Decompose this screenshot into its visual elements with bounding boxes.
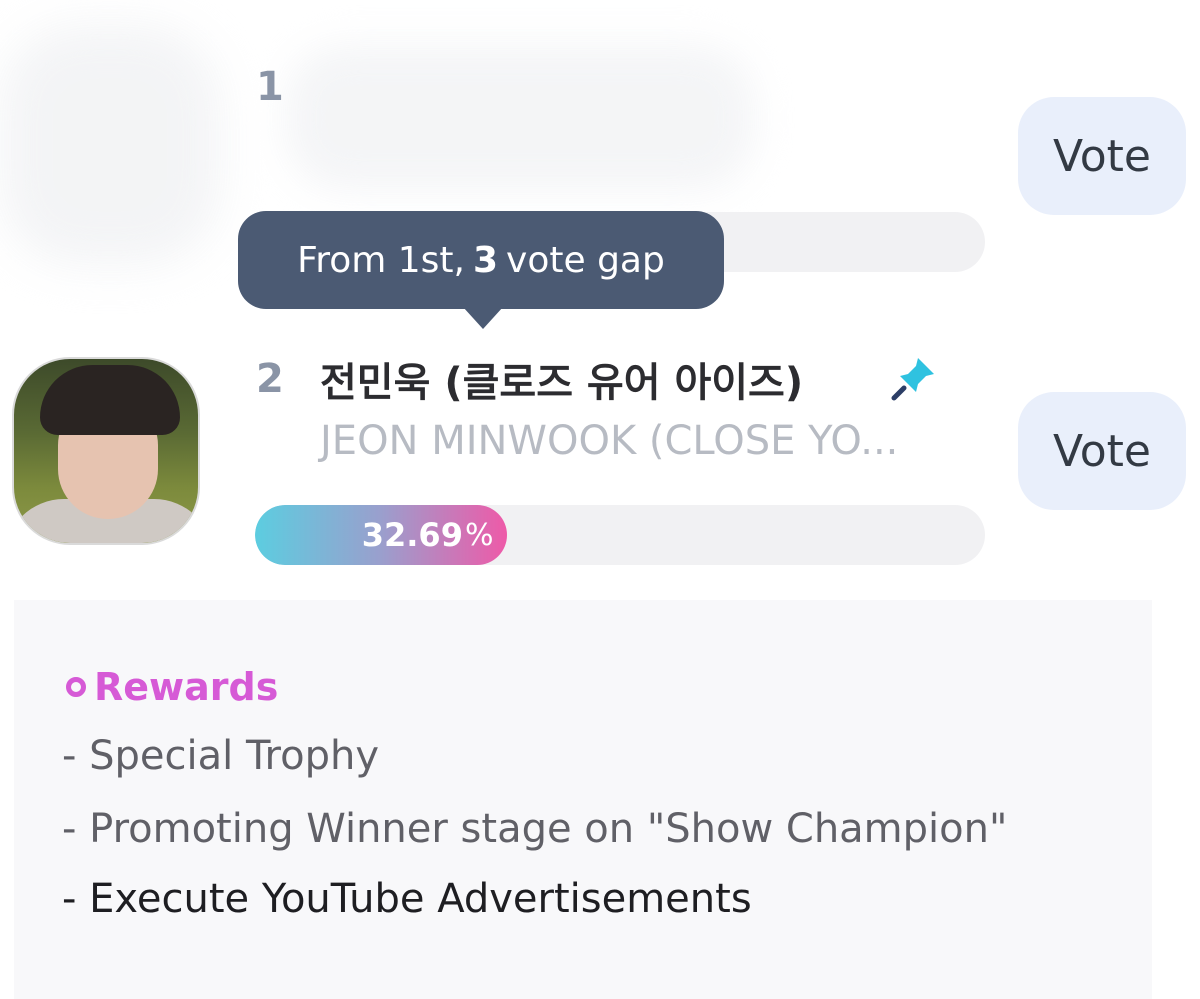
tooltip-prefix: From 1st, — [297, 239, 465, 281]
reward-item: - Special Trophy — [62, 733, 379, 779]
rewards-panel — [14, 600, 1152, 999]
vote-gap-tooltip: From 1st, 3 vote gap — [238, 211, 724, 309]
tooltip-suffix: vote gap — [506, 239, 665, 281]
blurred-avatar — [0, 25, 220, 265]
rank-1: 1 — [256, 64, 284, 110]
candidate-name-english: JEON MINWOOK (CLOSE YO... — [320, 418, 899, 464]
percent-value: 32.69 — [361, 516, 463, 554]
vote-button-1[interactable]: Vote — [1018, 97, 1186, 215]
vote-button-2[interactable]: Vote — [1018, 392, 1186, 510]
rewards-title: Rewards — [94, 665, 279, 709]
rewards-heading: Rewards — [66, 665, 278, 709]
candidate-name-korean: 전민욱 (클로즈 유어 아이즈) — [320, 360, 804, 406]
tooltip-arrow — [463, 307, 503, 329]
circle-icon — [66, 677, 86, 697]
progress-bar-2: 32.69% — [255, 505, 985, 565]
tooltip-gap-number: 3 — [472, 239, 499, 281]
reward-item: - Execute YouTube Advertisements — [62, 876, 752, 922]
percent-sign: % — [464, 517, 494, 553]
progress-fill: 32.69% — [255, 505, 508, 565]
avatar — [12, 357, 200, 545]
pin-icon[interactable] — [888, 352, 940, 404]
rank-2: 2 — [256, 356, 284, 402]
reward-item: - Promoting Winner stage on "Show Champi… — [62, 806, 1008, 852]
blurred-name — [285, 45, 755, 190]
